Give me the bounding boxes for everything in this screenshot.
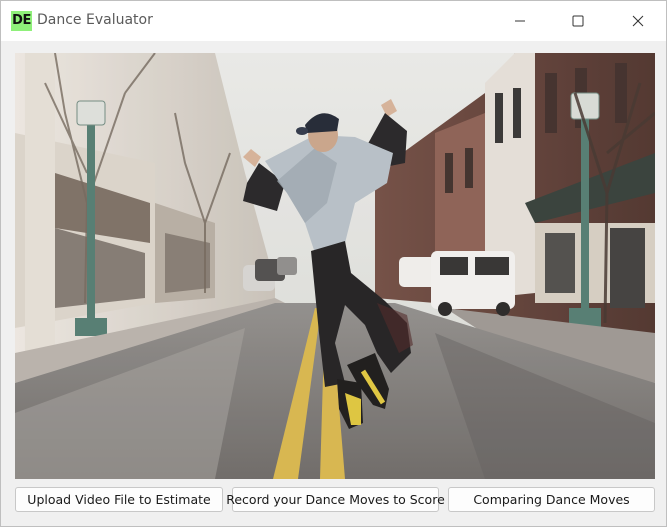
maximize-button[interactable] [555, 1, 601, 41]
dancer-photo [15, 53, 655, 479]
app-window: DE Dance Evaluator Upload Video File to … [0, 0, 667, 527]
compare-dance-button[interactable]: Comparing Dance Moves [448, 487, 655, 512]
maximize-icon [572, 15, 584, 27]
app-logo-icon: DE [11, 11, 32, 31]
title-bar[interactable]: DE Dance Evaluator [1, 1, 666, 41]
upload-video-button[interactable]: Upload Video File to Estimate [15, 487, 223, 512]
close-button[interactable] [615, 1, 661, 41]
client-area: Upload Video File to Estimate Record you… [1, 41, 666, 526]
minimize-button[interactable] [497, 1, 543, 41]
window-title: Dance Evaluator [37, 12, 153, 28]
street-dance-image [15, 53, 655, 479]
minimize-icon [515, 20, 525, 22]
record-dance-button[interactable]: Record your Dance Moves to Score [226, 487, 445, 512]
close-icon [632, 15, 644, 27]
